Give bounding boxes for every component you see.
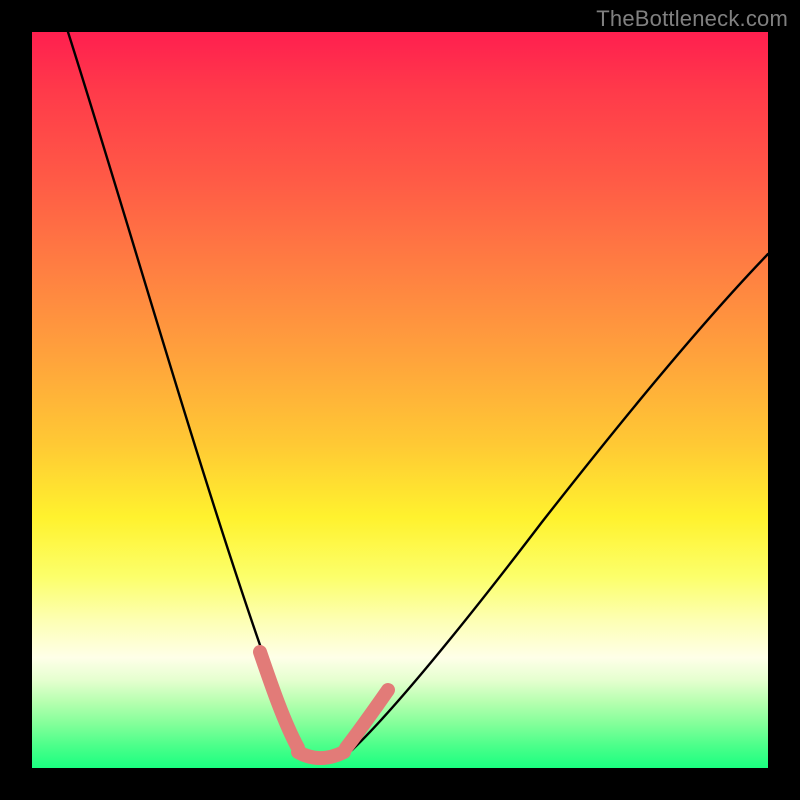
valley-marker-left — [260, 652, 298, 748]
curve-layer — [32, 32, 768, 768]
bottleneck-curve — [68, 32, 768, 759]
watermark-text: TheBottleneck.com — [596, 6, 788, 32]
chart-frame: TheBottleneck.com — [0, 0, 800, 800]
valley-marker-floor — [298, 752, 344, 758]
plot-area — [32, 32, 768, 768]
